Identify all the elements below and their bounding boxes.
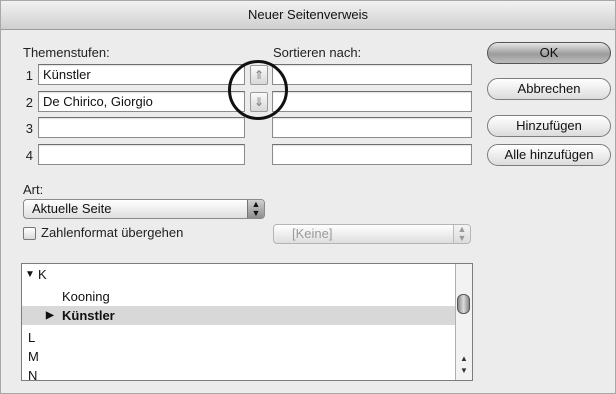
type-heading: Art: <box>23 182 44 197</box>
list-item[interactable]: M <box>22 347 455 366</box>
popup-arrows-icon: ▲ ▼ <box>247 200 264 218</box>
list-item-label: Kooning <box>62 289 110 304</box>
popup-arrows-icon: ▲ ▼ <box>453 225 470 243</box>
move-down-button[interactable]: ⇓ <box>250 92 268 112</box>
cancel-button[interactable]: Abbrechen <box>487 78 611 100</box>
disclosure-collapsed-icon[interactable]: ▶ <box>46 306 54 325</box>
ok-button[interactable]: OK <box>487 42 611 64</box>
scroll-up-icon[interactable]: ▲ <box>456 354 472 363</box>
list-scrollbar[interactable]: ▲ ▼ <box>455 264 472 380</box>
scroll-down-icon[interactable]: ▼ <box>456 366 472 375</box>
levels-heading: Themenstufen: <box>23 45 110 60</box>
row-number-2: 2 <box>25 95 33 110</box>
move-up-button[interactable]: ⇑ <box>250 65 268 85</box>
list-item-label: N <box>28 368 38 381</box>
override-format-checkbox[interactable] <box>23 227 36 240</box>
type-popup[interactable]: Aktuelle Seite ▲ ▼ <box>23 199 265 219</box>
override-format-label: Zahlenformat übergehen <box>41 225 184 240</box>
sort-heading: Sortieren nach: <box>273 45 362 60</box>
list-item-selected[interactable]: ▶ Künstler <box>22 306 455 325</box>
type-popup-value: Aktuelle Seite <box>32 201 112 216</box>
format-popup-value: [Keine] <box>292 226 333 241</box>
add-all-button[interactable]: Alle hinzufügen <box>487 144 611 166</box>
down-arrow-icon: ⇓ <box>253 95 265 109</box>
list-item-label: K <box>38 267 47 282</box>
sort-field-3[interactable] <box>272 117 472 138</box>
level-field-1[interactable]: Künstler <box>38 64 245 85</box>
format-popup[interactable]: [Keine] ▲ ▼ <box>273 224 471 244</box>
level-field-2[interactable]: De Chirico, Giorgio <box>38 91 245 112</box>
index-list[interactable]: ▼ K Kooning ▶ Künstler L M N ▲ ▼ <box>21 263 473 381</box>
level-field-4[interactable] <box>38 144 245 165</box>
up-arrow-icon: ⇑ <box>253 68 265 82</box>
sort-field-4[interactable] <box>272 144 472 165</box>
disclosure-expanded-icon[interactable]: ▼ <box>25 265 35 284</box>
list-item[interactable]: ▼ K <box>22 265 455 284</box>
list-item[interactable]: N <box>22 366 455 381</box>
list-item-label: L <box>28 330 36 345</box>
list-item[interactable]: Kooning <box>22 287 455 306</box>
add-button[interactable]: Hinzufügen <box>487 115 611 137</box>
window-title: Neuer Seitenverweis <box>1 1 615 30</box>
scrollbar-thumb[interactable] <box>457 294 470 314</box>
sort-field-1[interactable] <box>272 64 472 85</box>
row-number-3: 3 <box>25 121 33 136</box>
list-item[interactable]: L <box>22 328 455 347</box>
dialog-window: Neuer Seitenverweis Themenstufen: Sortie… <box>0 0 616 394</box>
row-number-4: 4 <box>25 148 33 163</box>
level-field-3[interactable] <box>38 117 245 138</box>
row-number-1: 1 <box>25 68 33 83</box>
sort-field-2[interactable] <box>272 91 472 112</box>
list-item-label: M <box>28 349 39 364</box>
list-item-label: Künstler <box>62 308 115 323</box>
